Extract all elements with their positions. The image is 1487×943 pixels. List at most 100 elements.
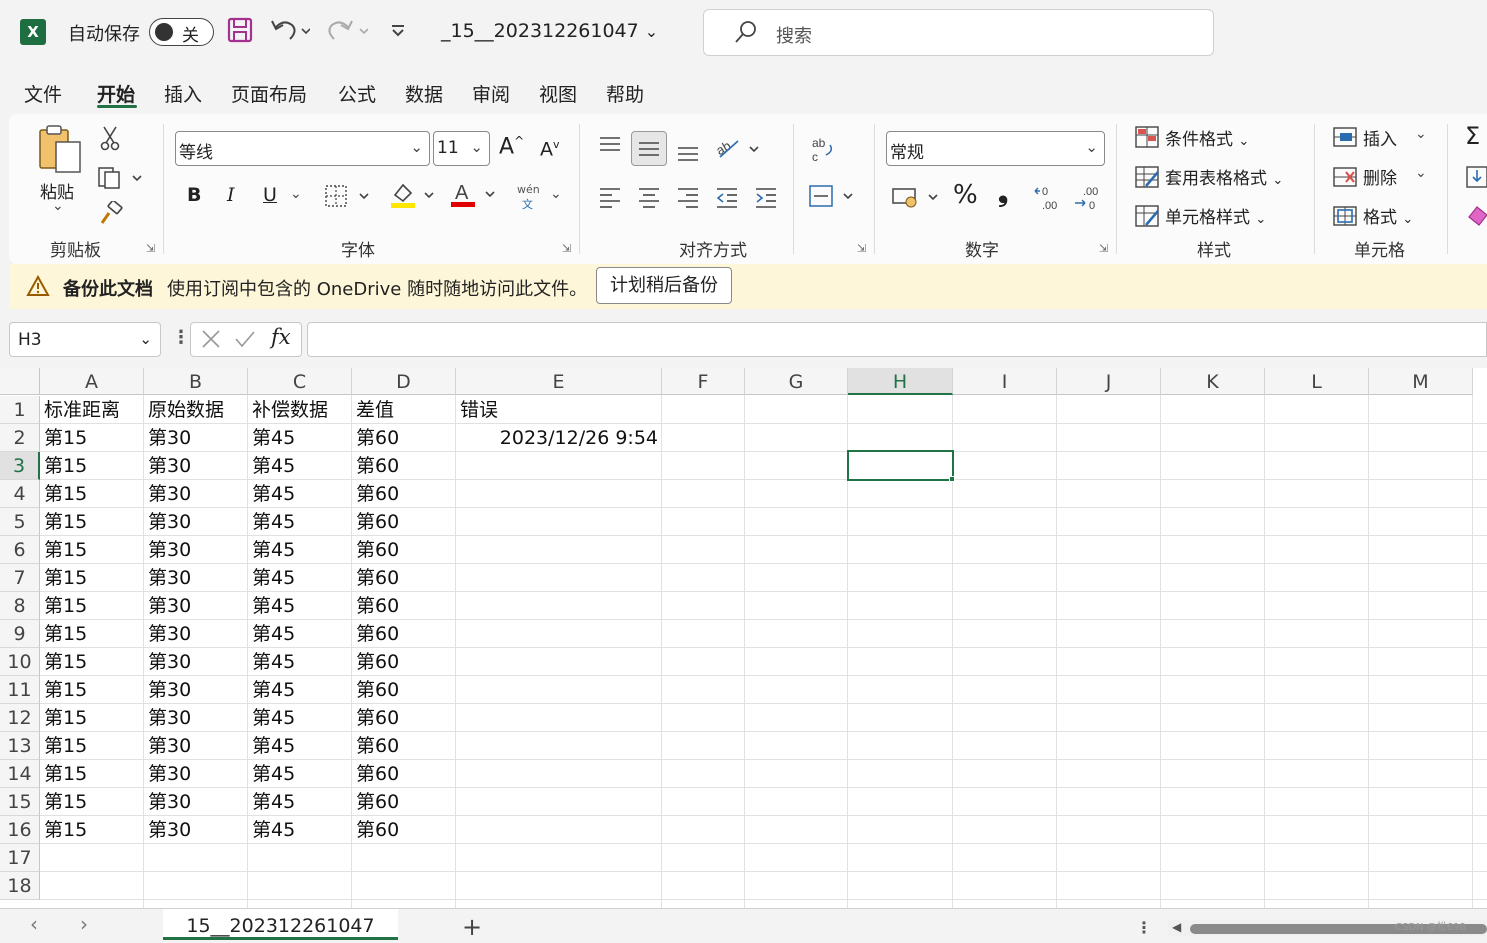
row-header-9[interactable]: 9 xyxy=(0,620,40,648)
row-header-7[interactable]: 7 xyxy=(0,564,40,592)
row-header-11[interactable]: 11 xyxy=(0,676,40,704)
column-header-m[interactable]: M xyxy=(1369,368,1473,395)
format-as-table-icon[interactable] xyxy=(1134,164,1160,194)
delete-cells-button[interactable]: 删除 xyxy=(1363,164,1397,189)
insert-cells-button[interactable]: 插入 xyxy=(1363,125,1397,150)
scroll-sheets-right-icon[interactable]: › xyxy=(80,912,88,936)
sheet-tab-active[interactable]: 15__202312261047 xyxy=(163,909,398,940)
more-options-icon[interactable]: ⋮ xyxy=(172,327,190,348)
column-header-k[interactable]: K xyxy=(1161,368,1265,395)
cell-a2[interactable]: 第15 xyxy=(40,424,144,452)
cell-d7[interactable]: 第60 xyxy=(352,564,456,592)
row-header-1[interactable]: 1 xyxy=(0,396,40,424)
cell-c4[interactable]: 第45 xyxy=(248,480,352,508)
cell-a1[interactable]: 标准距离 xyxy=(40,396,144,424)
insert-dropdown-icon[interactable]: ⌄ xyxy=(1415,126,1427,142)
cell-d1[interactable]: 差值 xyxy=(352,396,456,424)
format-painter-icon[interactable] xyxy=(99,199,123,232)
column-header-l[interactable]: L xyxy=(1265,368,1369,395)
row-header-13[interactable]: 13 xyxy=(0,732,40,760)
name-box[interactable]: H3 ⌄ xyxy=(9,322,161,357)
cell-d2[interactable]: 第60 xyxy=(352,424,456,452)
decrease-decimal-icon[interactable]: .00 0 xyxy=(1073,183,1103,215)
row-header-6[interactable]: 6 xyxy=(0,536,40,564)
cell-c2[interactable]: 第45 xyxy=(248,424,352,452)
cell-b13[interactable]: 第30 xyxy=(144,732,248,760)
column-header-e[interactable]: E xyxy=(456,368,662,395)
column-header-g[interactable]: G xyxy=(745,368,848,395)
autosave-toggle[interactable]: 关 xyxy=(149,18,214,46)
cell-c15[interactable]: 第45 xyxy=(248,788,352,816)
merge-center-icon[interactable] xyxy=(808,183,856,213)
tab-review[interactable]: 审阅 xyxy=(472,80,510,107)
format-cells-icon[interactable] xyxy=(1332,203,1358,233)
cell-b10[interactable]: 第30 xyxy=(144,648,248,676)
document-title[interactable]: _15__202312261047 ⌄ xyxy=(441,20,658,42)
search-input[interactable]: 搜索 xyxy=(703,9,1214,56)
cell-styles-icon[interactable] xyxy=(1134,203,1160,233)
cell-d15[interactable]: 第60 xyxy=(352,788,456,816)
select-all-corner[interactable] xyxy=(0,368,40,395)
enter-icon[interactable] xyxy=(233,327,257,355)
redo-icon[interactable] xyxy=(328,17,369,49)
save-icon[interactable] xyxy=(227,17,253,49)
tab-data[interactable]: 数据 xyxy=(405,80,443,107)
decrease-font-icon[interactable]: Av xyxy=(540,138,560,160)
customize-qat-icon[interactable] xyxy=(390,17,406,49)
increase-indent-icon[interactable] xyxy=(754,185,778,213)
cell-b14[interactable]: 第30 xyxy=(144,760,248,788)
underline-button[interactable]: U xyxy=(263,184,277,206)
row-header-10[interactable]: 10 xyxy=(0,648,40,676)
underline-dropdown-icon[interactable]: ⌄ xyxy=(290,186,302,202)
row-header-2[interactable]: 2 xyxy=(0,424,40,452)
increase-font-icon[interactable]: A^ xyxy=(499,134,524,159)
format-cells-button[interactable]: 格式 ⌄ xyxy=(1363,203,1413,228)
add-sheet-button[interactable]: + xyxy=(462,913,482,941)
cell-c5[interactable]: 第45 xyxy=(248,508,352,536)
border-icon[interactable] xyxy=(324,183,376,214)
cell-c11[interactable]: 第45 xyxy=(248,676,352,704)
phonetic-dropdown-icon[interactable]: ⌄ xyxy=(550,186,562,202)
bottom-align-icon[interactable] xyxy=(676,140,700,168)
row-header-8[interactable]: 8 xyxy=(0,592,40,620)
bold-button[interactable]: B xyxy=(187,184,201,206)
schedule-backup-button[interactable]: 计划稍后备份 xyxy=(596,267,732,304)
number-launcher-icon[interactable]: ⇲ xyxy=(1099,242,1108,255)
tab-page-layout[interactable]: 页面布局 xyxy=(231,80,307,107)
cancel-icon[interactable] xyxy=(199,327,223,355)
row-header-4[interactable]: 4 xyxy=(0,480,40,508)
phonetic-guide-top[interactable]: wén xyxy=(517,183,540,196)
cell-a16[interactable]: 第15 xyxy=(40,816,144,844)
cell-d9[interactable]: 第60 xyxy=(352,620,456,648)
orientation-icon[interactable]: ab xyxy=(713,135,760,165)
cell-d10[interactable]: 第60 xyxy=(352,648,456,676)
cell-c8[interactable]: 第45 xyxy=(248,592,352,620)
paste-icon[interactable] xyxy=(36,124,84,178)
cell-b4[interactable]: 第30 xyxy=(144,480,248,508)
tab-insert[interactable]: 插入 xyxy=(164,80,202,107)
cell-d3[interactable]: 第60 xyxy=(352,452,456,480)
cell-e2[interactable]: 2023/12/26 9:54 xyxy=(456,424,662,452)
cell-c3[interactable]: 第45 xyxy=(248,452,352,480)
autosum-icon[interactable]: Σ xyxy=(1465,122,1480,150)
delete-dropdown-icon[interactable]: ⌄ xyxy=(1415,165,1427,181)
number-format-dropdown[interactable]: 常规 ⌄ xyxy=(886,131,1105,166)
cell-b15[interactable]: 第30 xyxy=(144,788,248,816)
cell-b1[interactable]: 原始数据 xyxy=(144,396,248,424)
row-header-14[interactable]: 14 xyxy=(0,760,40,788)
cell-b5[interactable]: 第30 xyxy=(144,508,248,536)
cell-a10[interactable]: 第15 xyxy=(40,648,144,676)
cell-b9[interactable]: 第30 xyxy=(144,620,248,648)
font-size-dropdown[interactable]: 11 ⌄ xyxy=(433,131,490,166)
row-header-15[interactable]: 15 xyxy=(0,788,40,816)
cell-c6[interactable]: 第45 xyxy=(248,536,352,564)
middle-align-icon[interactable] xyxy=(637,137,661,165)
font-name-dropdown[interactable]: 等线 ⌄ xyxy=(175,131,430,166)
cell-b12[interactable]: 第30 xyxy=(144,704,248,732)
clear-icon[interactable] xyxy=(1465,203,1487,231)
cell-d5[interactable]: 第60 xyxy=(352,508,456,536)
cell-a3[interactable]: 第15 xyxy=(40,452,144,480)
delete-cells-icon[interactable] xyxy=(1332,164,1358,194)
cell-a15[interactable]: 第15 xyxy=(40,788,144,816)
insert-function-icon[interactable]: fx xyxy=(271,325,291,349)
